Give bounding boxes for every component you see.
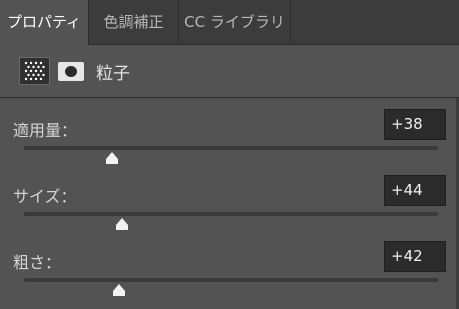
grain-controls: 適用量： +38 サイズ： +44 粗さ： +42 [0,98,459,309]
tab-properties[interactable]: プロパティ [0,0,89,45]
amount-label: 適用量： [13,121,78,140]
amount-slider-handle[interactable] [105,150,119,164]
roughness-value-field[interactable]: +42 [384,241,446,272]
layer-mask-icon[interactable] [58,62,84,81]
tab-cc-libraries[interactable]: CC ライブラリ [179,0,291,44]
control-row-size: サイズ： +44 [0,164,459,230]
properties-header: 粒子 [0,45,459,98]
panel-tab-bar: プロパティ 色調補正 CC ライブラリ [0,0,459,45]
filter-title: 粒子 [96,64,130,84]
grain-pattern-icon[interactable] [19,57,50,85]
control-row-amount: 適用量： +38 [0,98,459,164]
roughness-label: 粗さ： [13,253,62,272]
roughness-slider-track[interactable] [24,278,438,282]
tab-adjustments[interactable]: 色調補正 [89,0,179,44]
mask-dot [65,66,77,77]
amount-slider-track[interactable] [24,146,438,150]
control-row-roughness: 粗さ： +42 [0,230,459,296]
size-slider-track[interactable] [24,212,438,216]
size-label: サイズ： [13,187,77,206]
roughness-slider-handle[interactable] [112,282,126,296]
size-value-field[interactable]: +44 [384,175,446,206]
size-slider-handle[interactable] [115,216,129,230]
properties-panel: プロパティ 色調補正 CC ライブラリ 粒子 適用量： +38 サイズ： +44… [0,0,459,309]
amount-value-field[interactable]: +38 [384,109,446,140]
